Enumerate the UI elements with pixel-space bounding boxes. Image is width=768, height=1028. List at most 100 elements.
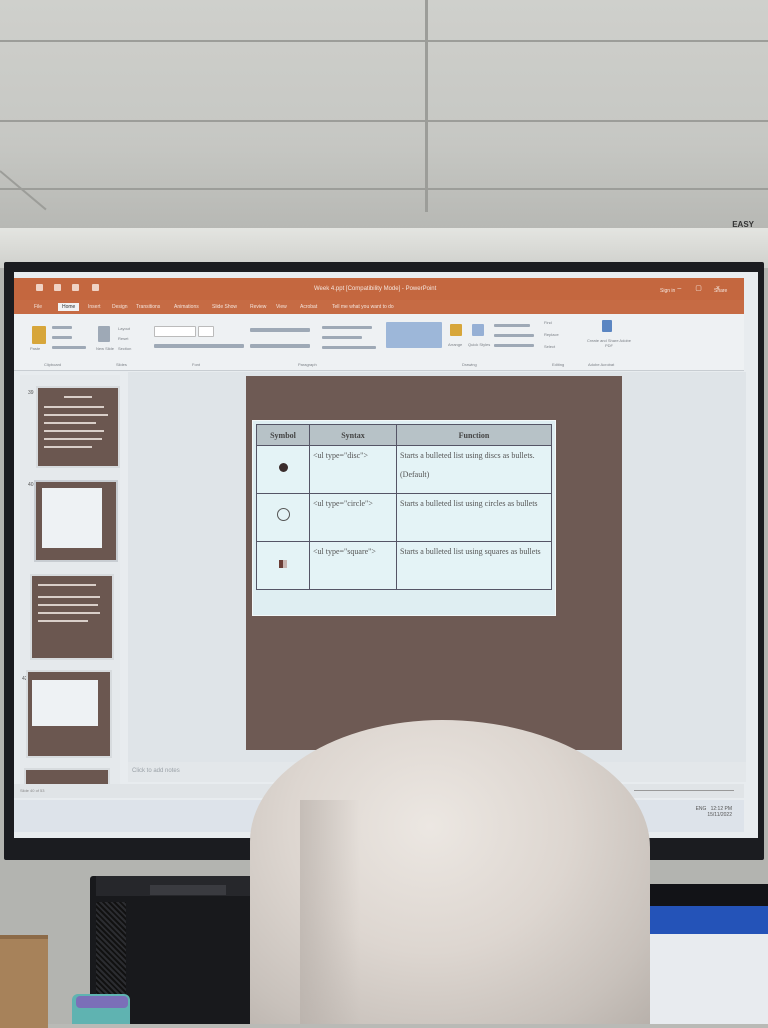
slideshow-icon[interactable] bbox=[92, 284, 99, 291]
copy-icon[interactable] bbox=[52, 336, 72, 339]
format-painter-icon[interactable] bbox=[52, 346, 86, 349]
thumbnail-text bbox=[38, 620, 88, 622]
cut-icon[interactable] bbox=[52, 326, 72, 329]
thumbnail-text bbox=[44, 414, 108, 416]
tab-slide-show[interactable]: Slide Show bbox=[212, 304, 237, 310]
tab-animations[interactable]: Animations bbox=[174, 304, 199, 310]
zoom-slider[interactable] bbox=[634, 790, 734, 791]
fabric-fold bbox=[300, 800, 360, 1024]
undo-icon[interactable] bbox=[54, 284, 61, 291]
acrobat-pdf-icon[interactable] bbox=[602, 320, 612, 332]
group-paragraph: Paragraph bbox=[298, 362, 317, 367]
redo-icon[interactable] bbox=[72, 284, 79, 291]
thumbnail-text bbox=[44, 430, 104, 432]
thumbnail-text bbox=[38, 584, 96, 586]
group-clipboard: Clipboard bbox=[44, 362, 62, 367]
computer-label bbox=[150, 885, 226, 895]
align-text-button[interactable] bbox=[322, 336, 362, 339]
font-name-dropdown[interactable] bbox=[154, 326, 196, 337]
convert-smartart-button[interactable] bbox=[322, 346, 376, 349]
disc-bullet-icon bbox=[278, 463, 288, 472]
thumbnail-text bbox=[44, 406, 104, 408]
thumbnail-text bbox=[44, 438, 102, 440]
circle-bullet-icon bbox=[276, 507, 290, 521]
reset-button[interactable]: Reset bbox=[118, 336, 128, 341]
powerpoint-titlebar: Week 4.ppt [Compatibility Mode] - PowerP… bbox=[14, 278, 744, 300]
font-size-dropdown[interactable] bbox=[198, 326, 214, 337]
bullet-types-table: Symbol Syntax Function <ul type="disc"> … bbox=[256, 424, 552, 590]
layout-button[interactable]: Layout bbox=[118, 326, 130, 331]
quick-styles-button[interactable]: Quick Styles bbox=[468, 342, 490, 347]
new-slide-icon[interactable] bbox=[98, 326, 110, 342]
syntax-cell: <ul type="circle"> bbox=[309, 493, 397, 542]
symbol-cell bbox=[256, 445, 310, 494]
shape-fill-button[interactable] bbox=[494, 324, 530, 327]
slide-thumbnail[interactable] bbox=[36, 386, 120, 468]
save-icon[interactable] bbox=[36, 284, 43, 291]
group-slides: Slides bbox=[116, 362, 127, 367]
find-button[interactable]: Find bbox=[544, 320, 552, 325]
tab-transitions[interactable]: Transitions bbox=[136, 304, 160, 310]
window-controls[interactable]: –▢× bbox=[677, 284, 734, 292]
shape-outline-button[interactable] bbox=[494, 334, 534, 337]
thumbnail-number: 40 bbox=[28, 482, 34, 488]
text-direction-button[interactable] bbox=[322, 326, 372, 329]
tab-insert[interactable]: Insert bbox=[88, 304, 101, 310]
table-header: Symbol bbox=[256, 424, 310, 446]
thumbnail-text bbox=[44, 446, 92, 448]
symbol-cell bbox=[256, 541, 310, 590]
group-editing: Editing bbox=[552, 362, 565, 367]
thumbnail-text bbox=[64, 396, 92, 398]
create-share-pdf-button[interactable]: Create and Share Adobe PDF bbox=[586, 338, 632, 348]
ceiling-grid-line bbox=[0, 120, 768, 122]
thumbnail-content bbox=[42, 488, 102, 548]
arrange-icon[interactable] bbox=[450, 324, 462, 336]
arrange-button[interactable]: Arrange bbox=[448, 342, 462, 347]
window-title: Week 4.ppt [Compatibility Mode] - PowerP… bbox=[314, 286, 437, 292]
group-adobe-acrobat: Adobe Acrobat bbox=[588, 362, 615, 367]
slide-counter: Slide 40 of 53 bbox=[20, 788, 45, 793]
table-row: <ul type="square"> Starts a bulleted lis… bbox=[256, 541, 552, 590]
syntax-cell: <ul type="disc"> bbox=[309, 445, 397, 494]
replace-button[interactable]: Replace bbox=[544, 332, 559, 337]
shape-effects-button[interactable] bbox=[494, 344, 534, 347]
ceiling-grid-line bbox=[0, 188, 768, 190]
quick-styles-icon[interactable] bbox=[472, 324, 484, 336]
section-button[interactable]: Section bbox=[118, 346, 131, 351]
function-cell: Starts a bulleted list using discs as bu… bbox=[396, 445, 552, 494]
tab-home[interactable]: Home bbox=[58, 303, 80, 311]
slide-thumbnail-current[interactable] bbox=[34, 480, 118, 562]
alignment-buttons[interactable] bbox=[250, 344, 310, 348]
group-font: Font bbox=[192, 362, 201, 367]
tell-me-search[interactable]: Tell me what you want to do bbox=[332, 304, 394, 310]
group-drawing: Drawing bbox=[462, 362, 477, 367]
slide-thumbnail[interactable] bbox=[26, 670, 112, 758]
clock-date[interactable]: 15/11/2022 bbox=[707, 812, 732, 818]
thumbnail-number: 39 bbox=[28, 390, 34, 396]
ceiling-grid-line bbox=[0, 40, 768, 42]
select-button[interactable]: Select bbox=[544, 344, 555, 349]
slide-thumbnail[interactable] bbox=[30, 574, 114, 660]
paste-icon[interactable] bbox=[32, 326, 46, 344]
tab-acrobat[interactable]: Acrobat bbox=[300, 304, 317, 310]
list-buttons[interactable] bbox=[250, 328, 310, 332]
tab-view[interactable]: View bbox=[276, 304, 287, 310]
tab-file[interactable]: File bbox=[34, 304, 42, 310]
ribbon-tabs: File Home Insert Design Transitions Anim… bbox=[14, 300, 744, 314]
tab-review[interactable]: Review bbox=[250, 304, 266, 310]
bottle-cap bbox=[76, 996, 128, 1008]
shapes-gallery[interactable] bbox=[386, 322, 442, 348]
system-tray[interactable]: ENG 12:12 PM 15/11/2022 bbox=[696, 806, 732, 818]
notes-placeholder: Click to add notes bbox=[132, 768, 180, 774]
font-format-buttons[interactable] bbox=[154, 344, 244, 348]
symbol-cell bbox=[256, 493, 310, 542]
sign-in-link[interactable]: Sign in bbox=[660, 288, 675, 294]
projector-brand: EASY bbox=[732, 220, 754, 229]
tab-design[interactable]: Design bbox=[112, 304, 128, 310]
new-slide-label[interactable]: New Slide bbox=[96, 346, 114, 351]
paste-label[interactable]: Paste bbox=[30, 346, 40, 351]
slide-table[interactable]: Symbol Syntax Function <ul type="disc"> … bbox=[252, 420, 556, 616]
thumbnail-text bbox=[38, 612, 100, 614]
language-indicator[interactable]: ENG bbox=[696, 806, 707, 812]
ceiling-grid-line bbox=[425, 0, 428, 212]
